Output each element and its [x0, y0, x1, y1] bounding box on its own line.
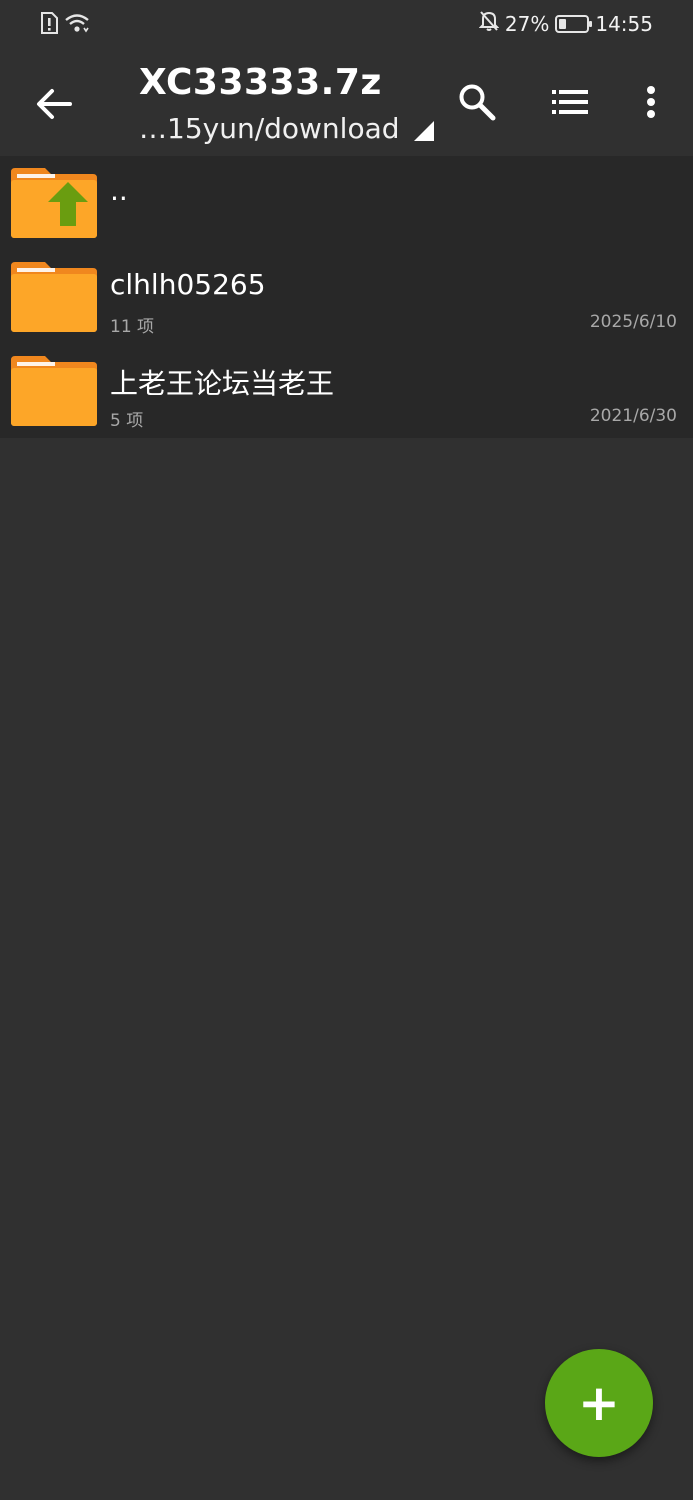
more-options-button[interactable] — [627, 78, 675, 126]
screen: 27% 14:55 XC33333.7z …15yun/download .. … — [0, 0, 693, 1500]
battery-icon — [555, 14, 593, 33]
battery-percent: 27% — [504, 11, 550, 36]
folder-name: 上老王论坛当老王 — [110, 367, 335, 400]
add-fab-button[interactable]: + — [545, 1349, 653, 1457]
status-bar: 27% 14:55 — [0, 0, 693, 50]
status-left — [40, 12, 90, 38]
search-icon — [459, 84, 496, 121]
folder-icon — [11, 262, 97, 332]
battery-fill — [559, 18, 567, 29]
app-bar: XC33333.7z …15yun/download — [0, 50, 693, 156]
current-path: …15yun/download — [139, 112, 400, 145]
folder-icon — [11, 356, 97, 426]
folder-date: 2025/6/10 — [589, 312, 677, 332]
folder-up-icon — [11, 168, 97, 238]
clock: 14:55 — [595, 11, 653, 36]
folder-item-count: 5 项 — [110, 411, 144, 431]
parent-folder-row[interactable]: .. — [0, 156, 693, 250]
list-view-icon — [552, 90, 588, 114]
file-list: .. clhlh05265 11 项 2025/6/10 上老王论坛当老王 5 … — [0, 156, 693, 438]
folder-row[interactable]: clhlh05265 11 项 2025/6/10 — [0, 250, 693, 344]
status-right: 27% 14:55 — [478, 10, 653, 37]
search-button[interactable] — [453, 78, 501, 126]
wifi-icon — [64, 12, 90, 38]
folder-date: 2021/6/30 — [589, 406, 677, 426]
dropdown-triangle-icon — [413, 121, 434, 141]
alert-sim-icon — [40, 12, 58, 38]
folder-name: clhlh05265 — [110, 268, 266, 301]
folder-row[interactable]: 上老王论坛当老王 5 项 2021/6/30 — [0, 344, 693, 438]
path-selector[interactable]: …15yun/download — [139, 112, 434, 145]
archive-title: XC33333.7z — [139, 62, 382, 103]
back-button[interactable] — [30, 80, 78, 128]
folder-item-count: 11 项 — [110, 317, 155, 337]
back-arrow-icon — [37, 89, 72, 119]
list-view-button[interactable] — [546, 78, 594, 126]
plus-icon: + — [578, 1374, 620, 1432]
more-vert-icon — [647, 86, 655, 118]
parent-folder-name: .. — [110, 174, 128, 207]
bell-off-icon — [478, 10, 500, 37]
